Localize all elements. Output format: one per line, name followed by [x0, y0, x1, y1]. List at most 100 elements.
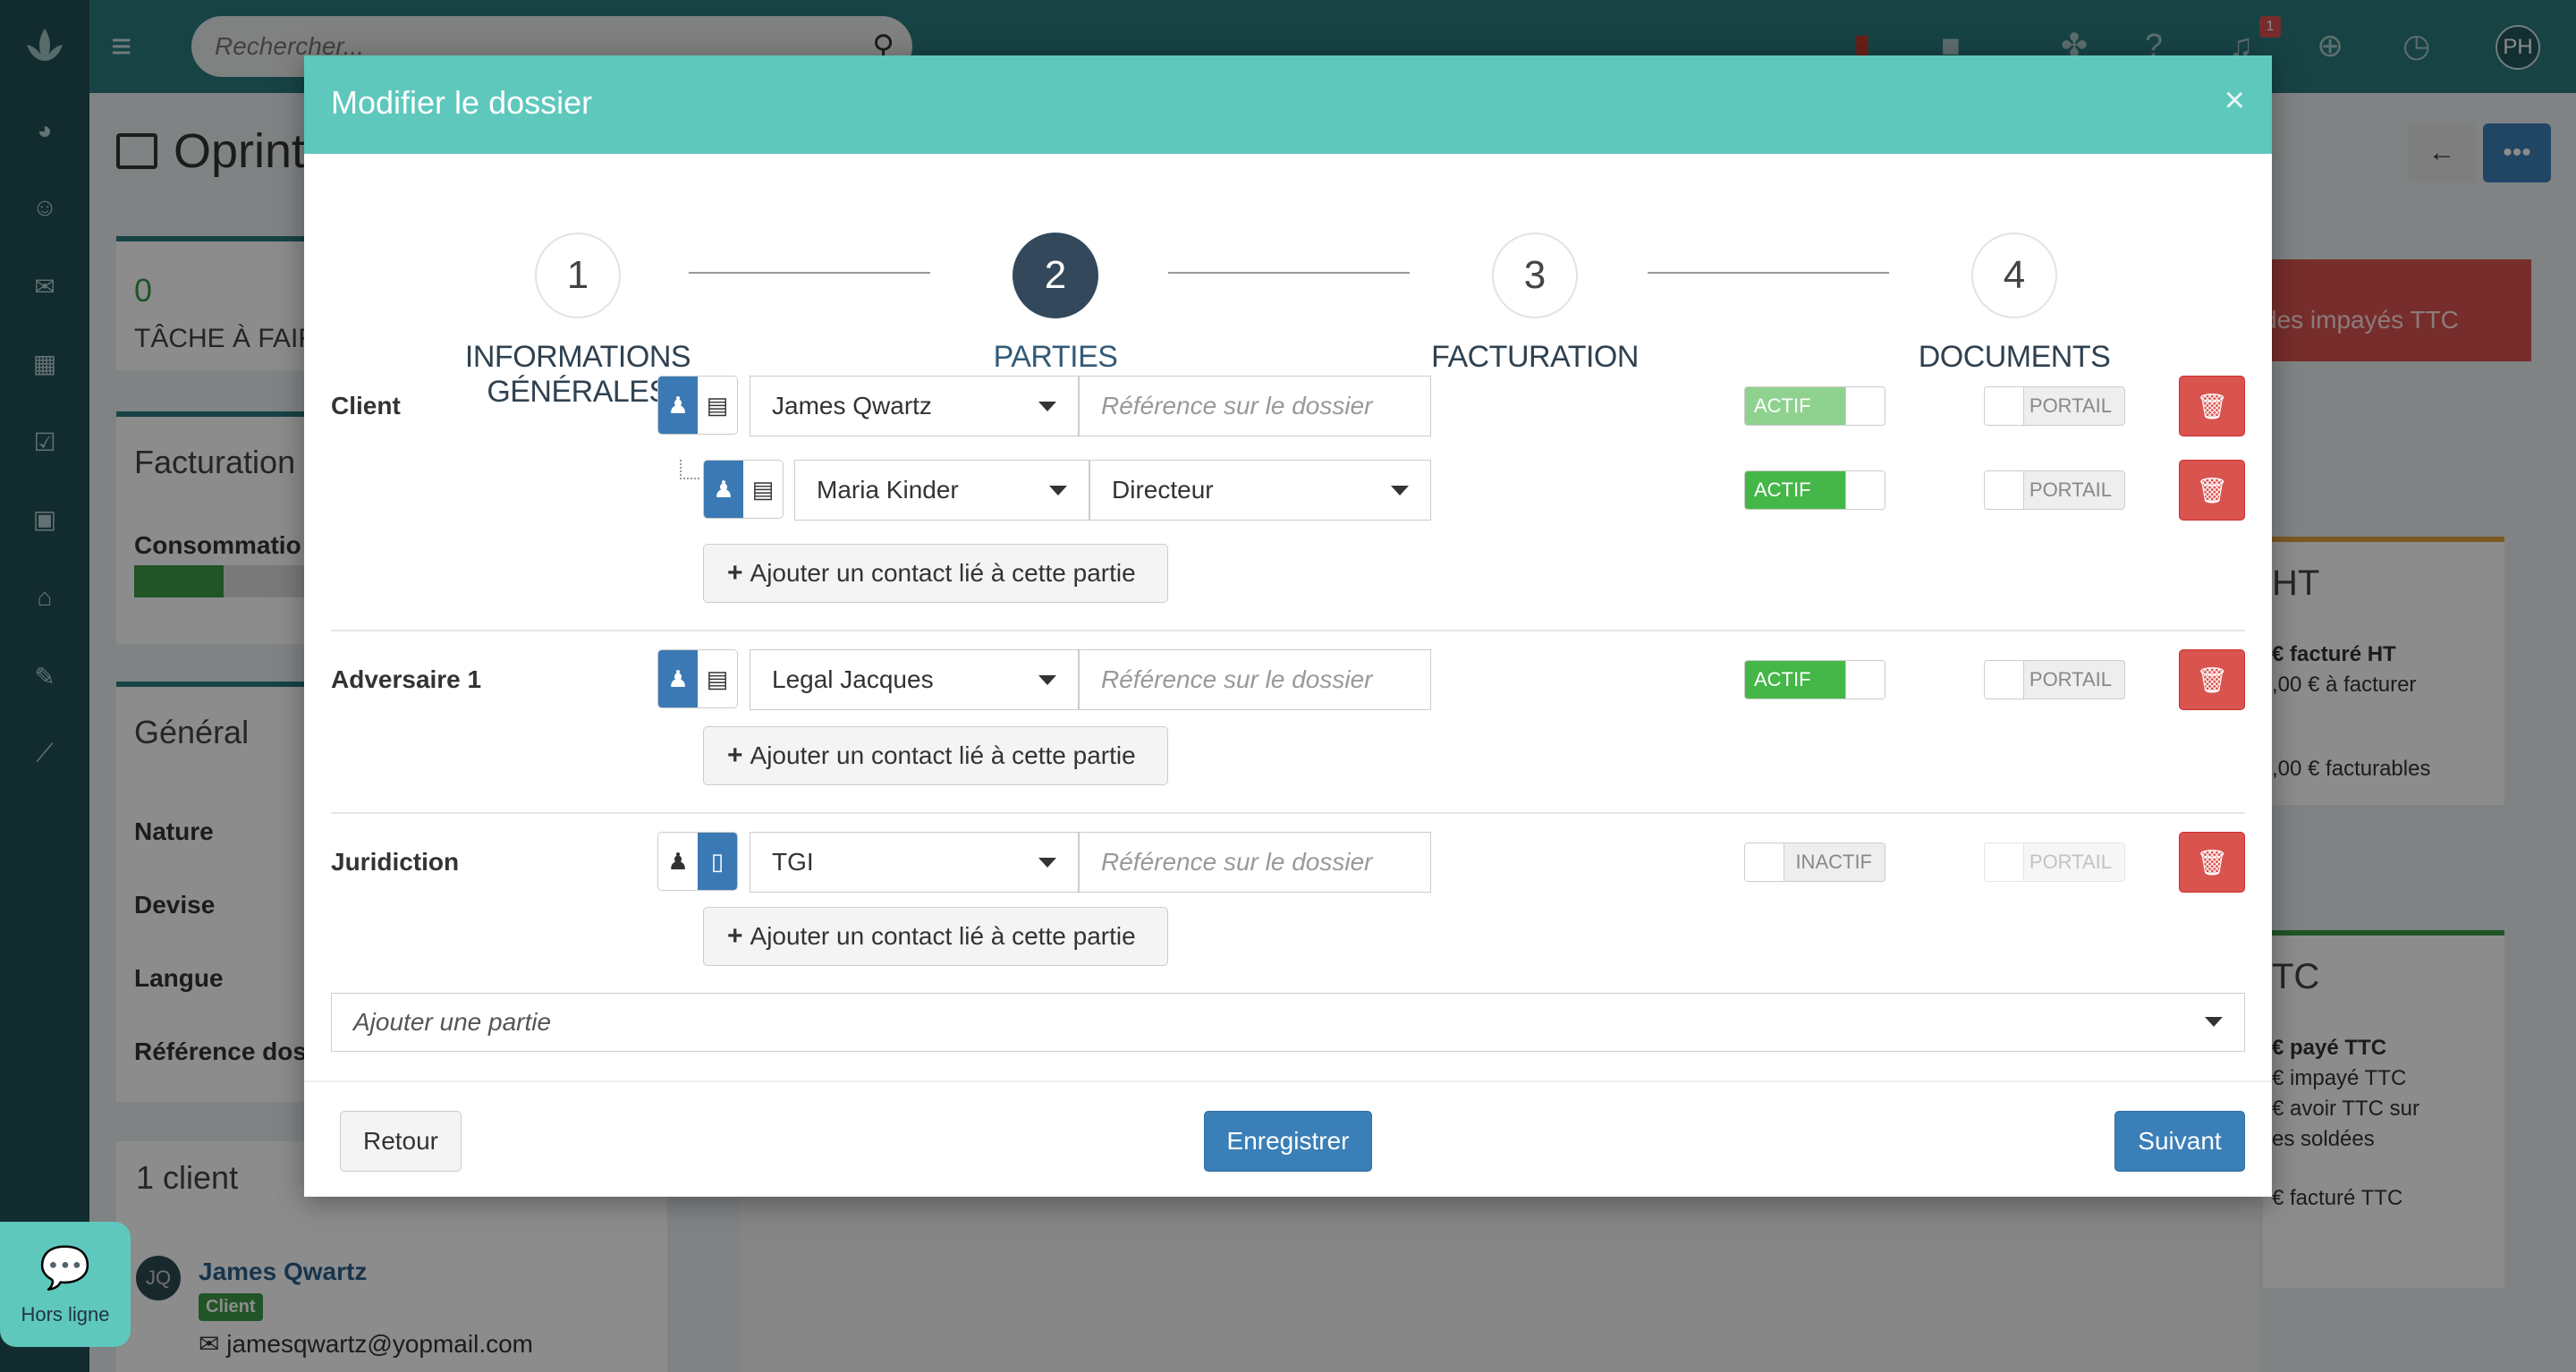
divider: [331, 812, 2245, 814]
add-party-placeholder: Ajouter une partie: [353, 1008, 552, 1036]
add-contact-button[interactable]: + Ajouter un contact lié à cette partie: [703, 907, 1168, 966]
jurisdiction-reference-input[interactable]: Référence sur le dossier: [1079, 832, 1431, 893]
step-number: 2: [1013, 233, 1098, 318]
contact-role-value: Directeur: [1112, 476, 1214, 504]
add-contact-button[interactable]: + Ajouter un contact lié à cette partie: [703, 726, 1168, 785]
client-select-value: James Qwartz: [772, 392, 932, 419]
toggle-knob: [1985, 843, 2024, 881]
delete-client-button[interactable]: 🗑: [2179, 376, 2245, 436]
add-contact-label: Ajouter un contact lié à cette partie: [750, 559, 1136, 587]
toggle-off-label: PORTAIL: [2029, 479, 2112, 501]
save-button[interactable]: Enregistrer: [1204, 1111, 1372, 1172]
toggle-on-label: ACTIF: [1745, 661, 1845, 699]
contact-select[interactable]: Maria Kinder: [794, 460, 1089, 521]
wizard-steps: 1 INFORMATIONS GÉNÉRALES 2 PARTIES 3 FAC…: [304, 154, 2272, 409]
add-party-select[interactable]: Ajouter une partie: [331, 993, 2245, 1052]
chevron-down-icon: [1038, 675, 1056, 685]
contact-portal-toggle[interactable]: PORTAIL: [1984, 470, 2125, 510]
client-select[interactable]: James Qwartz: [750, 376, 1079, 436]
step-label: FACTURATION: [1431, 340, 1639, 374]
close-icon[interactable]: ×: [2224, 80, 2245, 121]
jurisdiction-select-value: TGI: [772, 848, 814, 876]
adversary-active-toggle[interactable]: ACTIF: [1744, 660, 1885, 699]
modal-footer: Retour Enregistrer Suivant: [304, 1080, 2272, 1197]
contact-active-toggle[interactable]: ACTIF: [1744, 470, 1885, 510]
toggle-knob: [1985, 387, 2024, 425]
delete-jurisdiction-button[interactable]: 🗑: [2179, 832, 2245, 893]
toggle-off-label: PORTAIL: [2029, 394, 2112, 417]
step-parties[interactable]: 2 PARTIES: [868, 154, 1243, 375]
party-label-jurisdiction: Juridiction: [331, 848, 460, 876]
client-reference-input[interactable]: Référence sur le dossier: [1079, 376, 1431, 436]
toggle-knob: [1845, 471, 1885, 509]
step-general-info[interactable]: 1 INFORMATIONS GÉNÉRALES: [390, 154, 766, 410]
company-icon[interactable]: ▯: [698, 833, 737, 890]
delete-contact-button[interactable]: 🗑: [2179, 460, 2245, 521]
client-reference-placeholder: Référence sur le dossier: [1101, 392, 1373, 419]
step-billing[interactable]: 3 FACTURATION: [1347, 154, 1723, 375]
step-number: 3: [1492, 233, 1578, 318]
next-button[interactable]: Suivant: [2114, 1111, 2245, 1172]
person-icon[interactable]: ♟: [658, 650, 698, 707]
plus-icon: +: [727, 921, 743, 951]
edit-case-modal: Modifier le dossier × 1 INFORMATIONS GÉN…: [304, 55, 2272, 1197]
delete-adversary-button[interactable]: 🗑: [2179, 649, 2245, 710]
toggle-off-label: INACTIF: [1795, 851, 1872, 873]
step-label: PARTIES: [993, 340, 1118, 374]
toggle-knob: [1845, 661, 1885, 699]
adversary-portal-toggle[interactable]: PORTAIL: [1984, 660, 2125, 699]
step-documents[interactable]: 4 DOCUMENTS: [1826, 154, 2202, 375]
trash-icon: 🗑: [2196, 665, 2228, 694]
party-label-client: Client: [331, 392, 401, 419]
step-label: DOCUMENTS: [1918, 340, 2111, 374]
toggle-off-label: PORTAIL: [2029, 668, 2112, 690]
adversary-reference-placeholder: Référence sur le dossier: [1101, 665, 1373, 693]
company-icon[interactable]: ▤: [698, 377, 737, 434]
contact-connector: [680, 460, 699, 479]
add-contact-button[interactable]: + Ajouter un contact lié à cette partie: [703, 544, 1168, 603]
company-icon[interactable]: ▤: [743, 461, 783, 518]
contact-select-value: Maria Kinder: [817, 476, 959, 504]
party-type-toggle[interactable]: ♟ ▯: [657, 832, 738, 891]
jurisdiction-reference-placeholder: Référence sur le dossier: [1101, 848, 1373, 876]
modal-title: Modifier le dossier: [331, 84, 593, 121]
trash-icon: 🗑: [2196, 848, 2228, 877]
client-active-toggle[interactable]: ACTIF: [1744, 386, 1885, 426]
toggle-knob: [1985, 661, 2024, 699]
adversary-reference-input[interactable]: Référence sur le dossier: [1079, 649, 1431, 710]
jurisdiction-active-toggle[interactable]: INACTIF: [1744, 843, 1885, 882]
toggle-on-label: ACTIF: [1745, 471, 1845, 509]
plus-icon: +: [727, 741, 743, 770]
chat-status: Hors ligne: [21, 1302, 110, 1325]
divider: [331, 630, 2245, 631]
contact-role-select[interactable]: Directeur: [1089, 460, 1431, 521]
contact-type-toggle[interactable]: ♟ ▤: [703, 460, 784, 519]
party-type-toggle[interactable]: ♟ ▤: [657, 376, 738, 435]
company-icon[interactable]: ▤: [698, 650, 737, 707]
adversary-select-value: Legal Jacques: [772, 665, 934, 693]
chevron-down-icon: [2205, 1017, 2223, 1027]
chevron-down-icon: [1038, 402, 1056, 411]
trash-icon: 🗑: [2196, 476, 2228, 504]
toggle-off-label: PORTAIL: [2029, 851, 2112, 873]
add-contact-label: Ajouter un contact lié à cette partie: [750, 741, 1136, 769]
jurisdiction-portal-toggle: PORTAIL: [1984, 843, 2125, 882]
step-number: 4: [1971, 233, 2057, 318]
person-icon[interactable]: ♟: [658, 377, 698, 434]
step-number: 1: [535, 233, 621, 318]
party-type-toggle[interactable]: ♟ ▤: [657, 649, 738, 708]
modal-header: Modifier le dossier ×: [304, 55, 2272, 154]
person-icon[interactable]: ♟: [704, 461, 743, 518]
add-contact-label: Ajouter un contact lié à cette partie: [750, 922, 1136, 950]
client-portal-toggle[interactable]: PORTAIL: [1984, 386, 2125, 426]
chevron-down-icon: [1391, 486, 1409, 495]
person-icon[interactable]: ♟: [658, 833, 698, 890]
toggle-knob: [1985, 471, 2024, 509]
toggle-knob: [1745, 843, 1784, 881]
trash-icon: 🗑: [2196, 392, 2228, 420]
jurisdiction-select[interactable]: TGI: [750, 832, 1079, 893]
back-button[interactable]: Retour: [340, 1111, 462, 1172]
chat-widget[interactable]: 💬 Hors ligne: [0, 1222, 131, 1347]
plus-icon: +: [727, 558, 743, 588]
adversary-select[interactable]: Legal Jacques: [750, 649, 1079, 710]
